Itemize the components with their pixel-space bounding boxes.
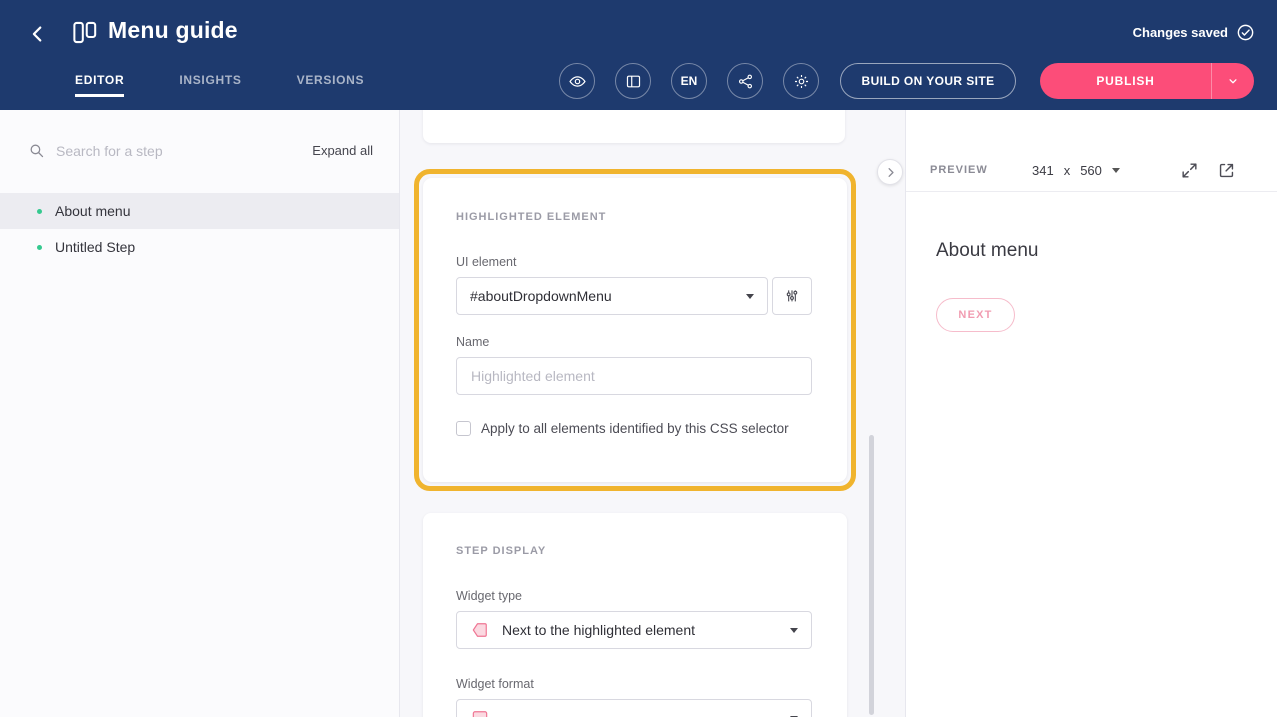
preview-dims-separator: x [1064, 163, 1071, 178]
step-item-untitled-step[interactable]: Untitled Step [0, 229, 399, 265]
select-caret-icon [790, 628, 798, 633]
section-title: STEP DISPLAY [456, 545, 546, 557]
section-title: HIGHLIGHTED ELEMENT [456, 211, 606, 223]
open-in-new-tab-button[interactable] [1217, 160, 1237, 180]
check-circle-icon [1236, 23, 1255, 42]
tooltip-widget-icon [470, 708, 490, 717]
search-icon [28, 142, 45, 159]
preview-title: PREVIEW [930, 164, 988, 176]
external-link-icon [1217, 161, 1236, 180]
apply-all-label: Apply to all elements identified by this… [481, 421, 789, 436]
preview-dimensions-select[interactable]: 341 x 560 [1032, 163, 1120, 178]
share-button[interactable] [727, 63, 763, 99]
select-caret-icon [746, 294, 754, 299]
caret-down-icon [1112, 168, 1120, 173]
header-tabs: EDITOR INSIGHTS VERSIONS [75, 73, 364, 97]
chevron-left-icon [27, 23, 49, 45]
preview-step-title: About menu [936, 240, 1038, 262]
preview-width: 341 [1032, 163, 1054, 178]
collapse-panel-button[interactable] [877, 159, 903, 185]
element-name-input[interactable] [456, 357, 812, 395]
step-status-dot [37, 209, 42, 214]
step-editor-panel: HIGHLIGHTED ELEMENT UI element #aboutDro… [401, 110, 905, 717]
back-button[interactable] [24, 20, 52, 48]
element-settings-button[interactable] [772, 277, 812, 315]
settings-button[interactable] [783, 63, 819, 99]
preview-header-icons [1180, 160, 1237, 180]
name-label: Name [456, 335, 489, 349]
widget-type-select[interactable]: Next to the highlighted element [456, 611, 812, 649]
ui-element-select[interactable]: #aboutDropdownMenu [456, 277, 768, 315]
language-label: EN [681, 74, 698, 88]
search-input[interactable] [56, 143, 312, 159]
editor-scrollbar[interactable] [869, 435, 874, 715]
fullscreen-button[interactable] [1180, 160, 1200, 180]
widget-format-label: Widget format [456, 677, 534, 691]
changes-saved-status: Changes saved [1133, 23, 1255, 42]
changes-saved-label: Changes saved [1133, 25, 1228, 40]
steps-sidebar: Expand all About menu Untitled Step [0, 110, 400, 717]
ui-element-label: UI element [456, 255, 516, 269]
publish-dropdown-button[interactable] [1212, 63, 1254, 99]
preview-eye-button[interactable] [559, 63, 595, 99]
tab-editor[interactable]: EDITOR [75, 73, 124, 97]
preview-next-button[interactable]: NEXT [936, 298, 1015, 332]
header-action-buttons: EN [559, 63, 819, 99]
widget-format-select[interactable] [456, 699, 812, 717]
tooltip-widget-icon [470, 620, 490, 640]
share-icon [737, 73, 754, 90]
step-label: About menu [55, 203, 131, 219]
panel-layout-icon [625, 73, 642, 90]
publish-button[interactable]: PUBLISH [1040, 63, 1212, 99]
chevron-right-icon [884, 166, 897, 179]
language-button[interactable]: EN [671, 63, 707, 99]
step-item-about-menu[interactable]: About menu [0, 193, 399, 229]
widget-type-value: Next to the highlighted element [502, 622, 695, 638]
tab-insights[interactable]: INSIGHTS [179, 73, 241, 97]
expand-icon [1180, 161, 1199, 180]
preview-height: 560 [1080, 163, 1102, 178]
sliders-icon [784, 288, 800, 304]
apply-all-row: Apply to all elements identified by this… [456, 421, 789, 436]
eye-icon [569, 73, 586, 90]
highlighted-section-outline: HIGHLIGHTED ELEMENT UI element #aboutDro… [414, 169, 856, 491]
expand-all-link[interactable]: Expand all [312, 143, 373, 158]
chevron-down-icon [1226, 74, 1240, 88]
ui-element-value: #aboutDropdownMenu [470, 288, 612, 304]
step-status-dot [37, 245, 42, 250]
page-title: Menu guide [108, 17, 238, 44]
previous-settings-card [423, 110, 845, 143]
tab-versions[interactable]: VERSIONS [297, 73, 365, 97]
sidebar-search-row: Expand all [0, 110, 399, 175]
gear-icon [793, 73, 810, 90]
preview-panel: PREVIEW 341 x 560 About menu NEXT [905, 110, 1277, 717]
step-list: About menu Untitled Step [0, 193, 399, 265]
layout-button[interactable] [615, 63, 651, 99]
build-on-your-site-button[interactable]: BUILD ON YOUR SITE [840, 63, 1016, 99]
highlighted-element-card: HIGHLIGHTED ELEMENT UI element #aboutDro… [423, 178, 847, 482]
widget-type-label: Widget type [456, 589, 522, 603]
step-label: Untitled Step [55, 239, 135, 255]
publish-split-button: PUBLISH [1040, 63, 1254, 99]
apply-all-checkbox[interactable] [456, 421, 471, 436]
guide-icon [71, 19, 98, 46]
top-header: Menu guide Changes saved EDITOR INSIGHTS… [0, 0, 1277, 110]
step-display-card: STEP DISPLAY Widget type Next to the hig… [423, 513, 847, 717]
preview-header: PREVIEW 341 x 560 [906, 149, 1277, 192]
